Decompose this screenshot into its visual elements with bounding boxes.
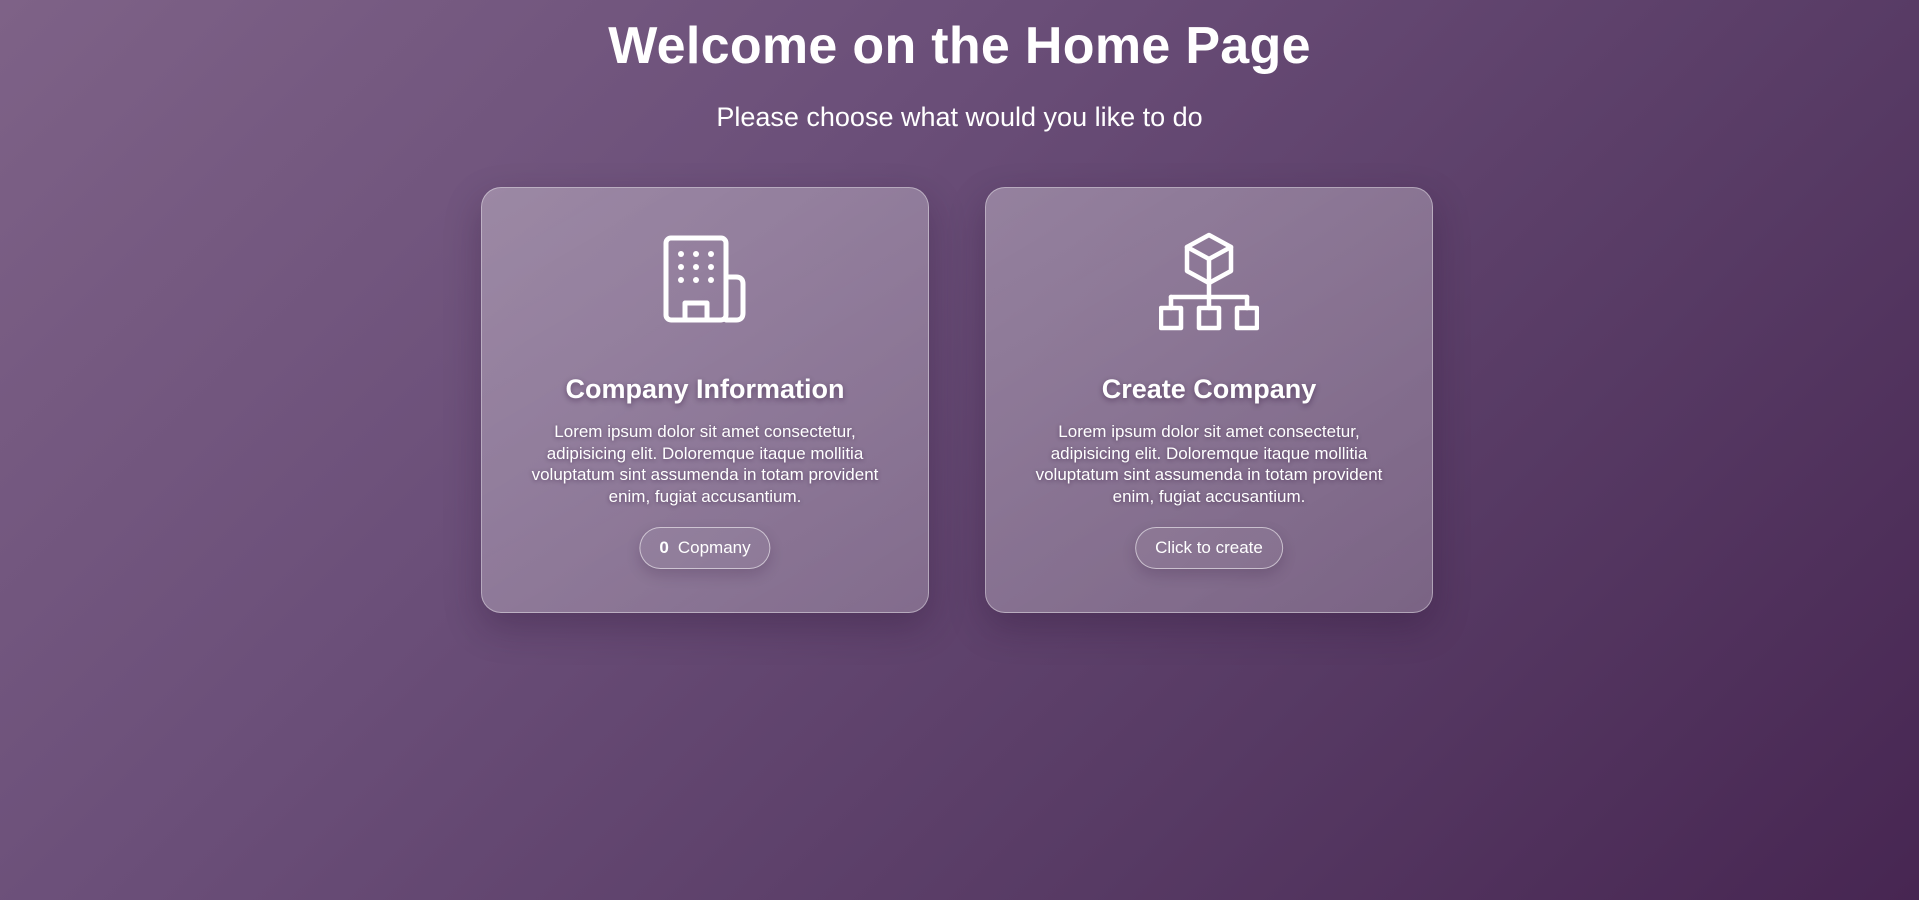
company-count: 0 xyxy=(659,538,669,557)
hierarchy-icon xyxy=(986,232,1432,333)
card-description: Lorem ipsum dolor sit amet consectetur, … xyxy=(1035,422,1383,506)
company-count-label: Copmany xyxy=(677,538,751,557)
card-description: Lorem ipsum dolor sit amet consectetur, … xyxy=(531,422,879,506)
create-company-button[interactable]: Click to create xyxy=(1135,527,1283,569)
company-information-card: Company Information Lorem ipsum dolor si… xyxy=(481,187,929,613)
page-subtitle: Please choose what would you like to do xyxy=(716,102,1203,132)
company-count-button[interactable]: 0 Copmany xyxy=(639,527,771,569)
building-icon xyxy=(482,235,928,323)
create-company-card: Create Company Lorem ipsum dolor sit ame… xyxy=(985,187,1433,613)
card-title: Create Company xyxy=(1101,374,1317,404)
card-title: Company Information xyxy=(565,374,845,404)
page-title: Welcome on the Home Page xyxy=(608,17,1311,75)
